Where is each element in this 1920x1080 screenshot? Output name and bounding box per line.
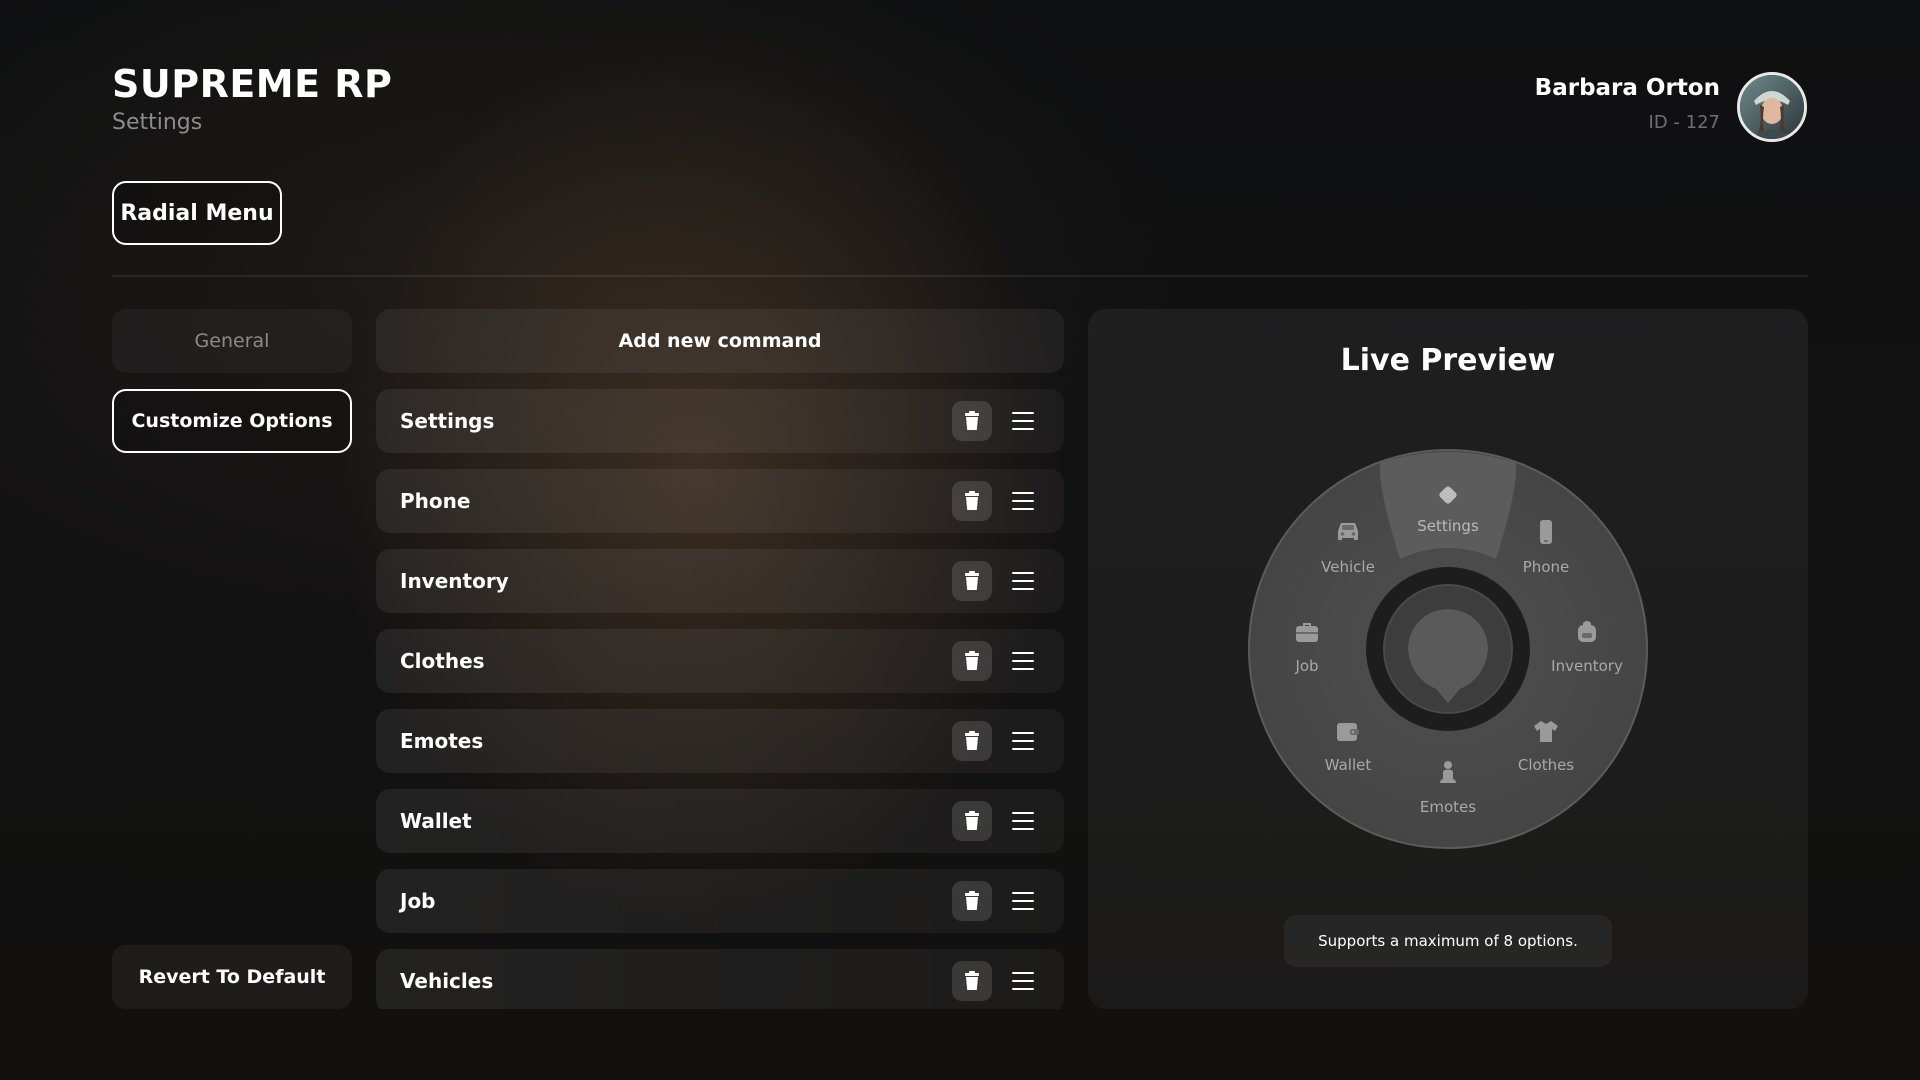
command-label: Clothes (400, 649, 485, 673)
command-label: Settings (400, 409, 495, 433)
delete-command-button[interactable] (952, 481, 992, 521)
drag-handle[interactable] (1012, 572, 1034, 590)
trash-icon (965, 971, 979, 990)
command-label: Inventory (400, 569, 509, 593)
drag-handle[interactable] (1012, 732, 1034, 750)
backpack-icon (1578, 621, 1596, 642)
drag-handle[interactable] (1012, 652, 1034, 670)
command-row: Phone (376, 469, 1064, 533)
preview-title: Live Preview (1340, 343, 1556, 378)
user-id: ID - 127 (1648, 112, 1720, 133)
car-icon (1338, 523, 1358, 540)
sidebar-item-general[interactable]: General (112, 309, 352, 373)
person-icon (1440, 761, 1456, 783)
command-label: Job (400, 889, 436, 913)
drag-handle[interactable] (1012, 492, 1034, 510)
drag-handle[interactable] (1012, 892, 1034, 910)
radial-option-clothes[interactable]: Clothes (1476, 756, 1616, 774)
drag-handle[interactable] (1012, 812, 1034, 830)
command-list: Settings Phone Inventory Clothes Emotes (376, 389, 1064, 1009)
live-preview-panel: Live Preview Settings Phone Inventory Cl… (1088, 309, 1808, 1009)
user-name: Barbara Orton (1534, 75, 1720, 101)
command-row: Vehicles (376, 949, 1064, 1009)
radial-option-vehicle[interactable]: Vehicle (1278, 558, 1418, 576)
delete-command-button[interactable] (952, 801, 992, 841)
drag-handle[interactable] (1012, 972, 1034, 990)
briefcase-icon (1296, 623, 1318, 642)
avatar[interactable] (1737, 72, 1807, 142)
command-label: Wallet (400, 809, 472, 833)
max-options-note: Supports a maximum of 8 options. (1284, 915, 1612, 967)
command-row: Job (376, 869, 1064, 933)
page-subtitle: Settings (112, 110, 203, 135)
delete-command-button[interactable] (952, 881, 992, 921)
avatar-image (1740, 75, 1804, 139)
radial-option-emotes[interactable]: Emotes (1378, 798, 1518, 816)
delete-command-button[interactable] (952, 641, 992, 681)
radial-option-wallet[interactable]: Wallet (1278, 756, 1418, 774)
radial-option-settings[interactable]: Settings (1378, 517, 1518, 535)
app-title: SUPREME RP (112, 62, 393, 106)
trash-icon (965, 731, 979, 750)
command-row: Settings (376, 389, 1064, 453)
delete-command-button[interactable] (952, 961, 992, 1001)
revert-to-default-button[interactable]: Revert To Default (112, 945, 352, 1009)
radial-option-phone[interactable]: Phone (1476, 558, 1616, 576)
command-row: Emotes (376, 709, 1064, 773)
drag-handle[interactable] (1012, 412, 1034, 430)
trash-icon (965, 891, 979, 910)
radial-menu-preview: Settings Phone Inventory Clothes Emotes … (1248, 449, 1648, 849)
delete-command-button[interactable] (952, 561, 992, 601)
trash-icon (965, 571, 979, 590)
tab-radial-menu[interactable]: Radial Menu (112, 181, 282, 245)
command-label: Emotes (400, 729, 484, 753)
delete-command-button[interactable] (952, 401, 992, 441)
command-row: Wallet (376, 789, 1064, 853)
trash-icon (965, 811, 979, 830)
radial-option-inventory[interactable]: Inventory (1517, 657, 1657, 675)
trash-icon (965, 491, 979, 510)
command-label: Vehicles (400, 969, 494, 993)
delete-command-button[interactable] (952, 721, 992, 761)
sidebar-item-customize-options[interactable]: Customize Options (112, 389, 352, 453)
trash-icon (965, 411, 979, 430)
gear-icon (1439, 486, 1457, 504)
trash-icon (965, 651, 979, 670)
shirt-icon (1534, 721, 1558, 742)
header-divider (112, 275, 1808, 277)
wallet-icon (1337, 723, 1359, 741)
phone-icon (1540, 520, 1552, 544)
command-row: Inventory (376, 549, 1064, 613)
command-row: Clothes (376, 629, 1064, 693)
radial-option-job[interactable]: Job (1237, 657, 1377, 675)
add-command-button[interactable]: Add new command (376, 309, 1064, 373)
radial-wheel (1248, 449, 1648, 849)
command-label: Phone (400, 489, 471, 513)
